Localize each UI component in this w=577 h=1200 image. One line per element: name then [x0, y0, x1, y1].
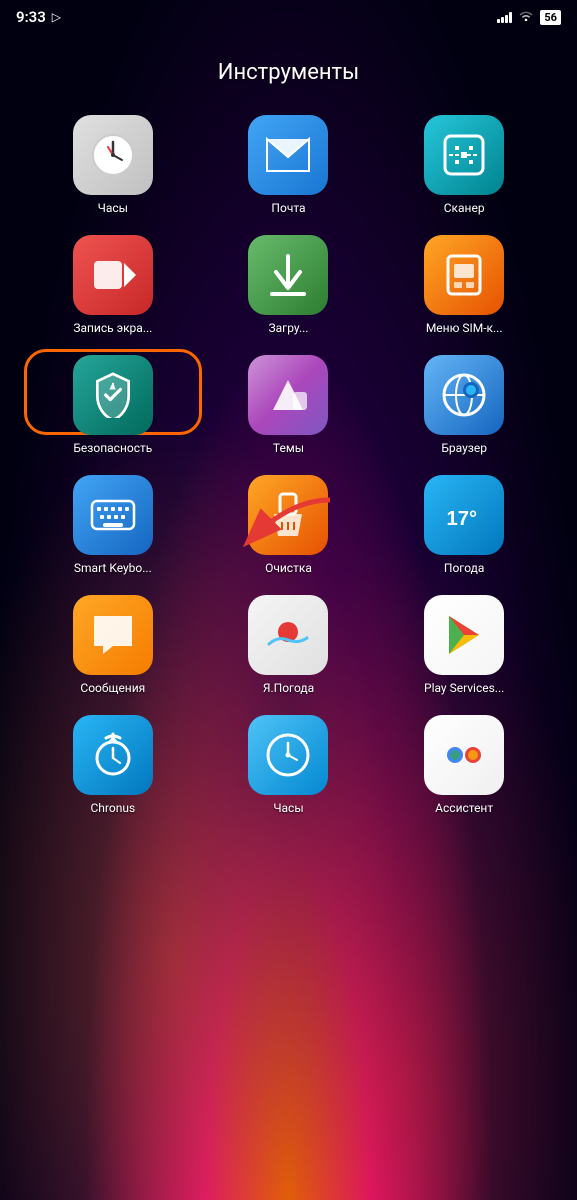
app-icon-themes: [248, 355, 328, 435]
app-label-assistant: Ассистент: [435, 801, 493, 815]
svg-text:17°: 17°: [447, 508, 478, 530]
app-item-browser[interactable]: Браузер: [381, 355, 547, 455]
app-item-mail[interactable]: Почта: [206, 115, 372, 215]
app-icon-screen-rec: [73, 235, 153, 315]
app-label-chronus: Chronus: [91, 801, 136, 815]
wifi-icon: [518, 9, 534, 25]
app-label-keyboard: Smart Keybo...: [74, 561, 152, 575]
app-label-clock: Часы: [98, 201, 128, 215]
app-label-yandex-weather: Я.Погода: [263, 681, 314, 695]
notification-icon: ▷: [52, 10, 61, 24]
app-icon-play-services: [424, 595, 504, 675]
app-icon-clock2: [248, 715, 328, 795]
app-item-cleaner[interactable]: Очистка: [206, 475, 372, 575]
app-item-clock2[interactable]: Часы: [206, 715, 372, 815]
app-label-download: Загру...: [269, 321, 309, 335]
app-icon-browser: [424, 355, 504, 435]
app-label-browser: Браузер: [441, 441, 487, 455]
app-item-scanner[interactable]: Сканер: [381, 115, 547, 215]
app-label-screen-rec: Запись экра...: [73, 321, 152, 335]
app-label-cleaner: Очистка: [265, 561, 312, 575]
app-item-play-services[interactable]: Play Services...: [381, 595, 547, 695]
app-item-screen-rec[interactable]: Запись экра...: [30, 235, 196, 335]
app-icon-yandex-weather: [248, 595, 328, 675]
time: 9:33: [16, 8, 46, 26]
folder-title: Инструменты: [20, 60, 557, 85]
app-icon-messages: [73, 595, 153, 675]
app-label-security: Безопасность: [73, 441, 152, 455]
app-label-sim: Меню SIM-к...: [426, 321, 503, 335]
app-label-mail: Почта: [271, 201, 305, 215]
app-icon-mail: [248, 115, 328, 195]
status-left: 9:33 ▷: [16, 8, 61, 26]
app-icon-weather: 17°: [424, 475, 504, 555]
app-item-download[interactable]: Загру...: [206, 235, 372, 335]
app-icon-scanner: [424, 115, 504, 195]
app-item-weather[interactable]: 17° Погода: [381, 475, 547, 575]
app-item-keyboard[interactable]: Smart Keybo...: [30, 475, 196, 575]
app-label-themes: Темы: [273, 441, 304, 455]
app-icon-clock: [73, 115, 153, 195]
app-icon-assistant: [424, 715, 504, 795]
app-label-scanner: Сканер: [444, 201, 485, 215]
app-icon-sim: [424, 235, 504, 315]
app-item-assistant[interactable]: Ассистент: [381, 715, 547, 815]
app-item-sim[interactable]: Меню SIM-к...: [381, 235, 547, 335]
signal-icon: [497, 11, 512, 23]
app-label-clock2: Часы: [273, 801, 303, 815]
app-icon-cleaner: [248, 475, 328, 555]
app-icon-keyboard: [73, 475, 153, 555]
app-item-themes[interactable]: Темы: [206, 355, 372, 455]
app-label-play-services: Play Services...: [424, 681, 504, 695]
app-icon-download: [248, 235, 328, 315]
folder-page: Инструменты Часы Почта Сканер Запись экра..…: [0, 60, 577, 815]
app-icon-chronus: [73, 715, 153, 795]
app-item-clock[interactable]: Часы: [30, 115, 196, 215]
app-item-security[interactable]: Безопасность: [30, 355, 196, 455]
app-item-yandex-weather[interactable]: Я.Погода: [206, 595, 372, 695]
app-item-messages[interactable]: Сообщения: [30, 595, 196, 695]
app-grid: Часы Почта Сканер Запись экра... Загру... Мен…: [20, 115, 557, 815]
app-label-messages: Сообщения: [80, 681, 145, 695]
app-icon-security: [73, 355, 153, 435]
status-bar: 9:33 ▷ 56: [0, 0, 577, 30]
app-label-weather: Погода: [444, 561, 485, 575]
battery-indicator: 56: [540, 10, 561, 25]
app-item-chronus[interactable]: Chronus: [30, 715, 196, 815]
status-right: 56: [497, 9, 561, 25]
